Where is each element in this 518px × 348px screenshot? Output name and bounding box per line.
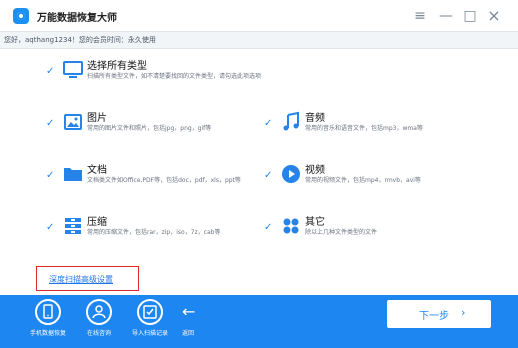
archive-icon	[62, 215, 84, 237]
bottom-item-label: 在线咨询	[86, 330, 111, 337]
option-label: 其它	[305, 217, 325, 228]
user-info-text: 您好，aqthang1234！您的会员时间：永久使用	[4, 36, 156, 44]
title-bar: 万能数据恢复大师 ≡ — □ ×	[0, 0, 518, 32]
option-label: 文档	[87, 165, 107, 176]
menu-icon[interactable]: ≡	[412, 8, 428, 24]
phone-icon	[35, 299, 61, 325]
checkbox-documents[interactable]: ✓	[46, 171, 56, 181]
bottom-bar: 手机数据恢复 在线咨询 导入扫描记录 ← 返回 下一步 ›	[0, 295, 518, 348]
option-label: 选择所有类型	[87, 61, 147, 72]
music-icon	[280, 111, 302, 133]
checkbox-others[interactable]: ✓	[264, 223, 274, 233]
back-label[interactable]: 返回	[182, 328, 194, 337]
app-logo-icon	[13, 8, 29, 24]
option-video[interactable]: ✓ 视频 常用的视频文件，包括mp4，rmvb，avi等	[264, 161, 484, 193]
checkbox-all-types[interactable]: ✓	[46, 67, 56, 77]
app-title: 万能数据恢复大师	[37, 13, 117, 24]
phone-recovery-button[interactable]: 手机数据恢复	[22, 295, 74, 348]
import-icon	[137, 299, 163, 325]
chevron-right-icon: ›	[461, 306, 466, 319]
advanced-settings-link[interactable]: 深度扫描高级设置	[49, 274, 113, 285]
option-description: 除以上几种文件类型的文件	[305, 229, 378, 236]
checkbox-images[interactable]: ✓	[46, 119, 56, 129]
option-label: 压缩	[87, 217, 107, 228]
import-scan-record-button[interactable]: 导入扫描记录	[124, 295, 176, 348]
option-images[interactable]: ✓ 图片 常用的图片文件和照片，包括jpg，png，gif等	[46, 109, 256, 141]
minimize-icon[interactable]: —	[438, 8, 454, 24]
app-window: 万能数据恢复大师 ≡ — □ × 您好，aqthang1234！您的会员时间：永…	[0, 0, 518, 348]
option-description: 常用的压缩文件，包括rar，zip，iso，7z，cab等	[87, 229, 221, 236]
folder-icon	[62, 163, 84, 185]
option-label: 音频	[305, 113, 325, 124]
back-icon[interactable]: ←	[182, 302, 195, 321]
option-description: 常用的视频文件，包括mp4，rmvb，avi等	[305, 177, 421, 184]
close-icon[interactable]: ×	[486, 8, 502, 24]
option-label: 视频	[305, 165, 325, 176]
option-label: 图片	[87, 113, 107, 124]
option-description: 文档类文件如Office,PDF等，包括doc，pdf，xls，ppt等	[87, 177, 241, 184]
bottom-item-label: 手机数据恢复	[29, 330, 66, 337]
online-support-button[interactable]: 在线咨询	[73, 295, 125, 348]
support-icon	[86, 299, 112, 325]
next-button[interactable]: 下一步 ›	[387, 300, 491, 328]
apps-icon	[280, 215, 302, 237]
option-documents[interactable]: ✓ 文档 文档类文件如Office,PDF等，包括doc，pdf，xls，ppt…	[46, 161, 256, 193]
option-others[interactable]: ✓ 其它 除以上几种文件类型的文件	[264, 213, 484, 245]
monitor-icon	[62, 59, 84, 81]
checkbox-audio[interactable]: ✓	[264, 119, 274, 129]
checkbox-archives[interactable]: ✓	[46, 223, 56, 233]
user-info-bar: 您好，aqthang1234！您的会员时间：永久使用	[0, 31, 518, 49]
option-archives[interactable]: ✓ 压缩 常用的压缩文件，包括rar，zip，iso，7z，cab等	[46, 213, 256, 245]
option-audio[interactable]: ✓ 音频 常用的音乐和语音文件，包括mp3，wma等	[264, 109, 484, 141]
bottom-item-label: 导入扫描记录	[131, 330, 168, 337]
play-icon	[280, 163, 302, 185]
option-description: 常用的音乐和语音文件，包括mp3，wma等	[305, 125, 423, 132]
image-icon	[62, 111, 84, 133]
scan-options-panel: ✓ 选择所有类型 扫描所有类型文件，如不清楚要找回的文件类型，请勾选此项选项 ✓…	[0, 49, 518, 295]
option-description: 常用的图片文件和照片，包括jpg，png，gif等	[87, 125, 212, 132]
option-all-types[interactable]: ✓ 选择所有类型 扫描所有类型文件，如不清楚要找回的文件类型，请勾选此项选项	[46, 57, 406, 89]
next-button-label: 下一步	[419, 311, 449, 322]
option-description: 扫描所有类型文件，如不清楚要找回的文件类型，请勾选此项选项	[87, 73, 262, 80]
advanced-settings-highlight: 深度扫描高级设置	[36, 266, 139, 291]
checkbox-video[interactable]: ✓	[264, 171, 274, 181]
maximize-icon[interactable]: □	[462, 8, 478, 24]
